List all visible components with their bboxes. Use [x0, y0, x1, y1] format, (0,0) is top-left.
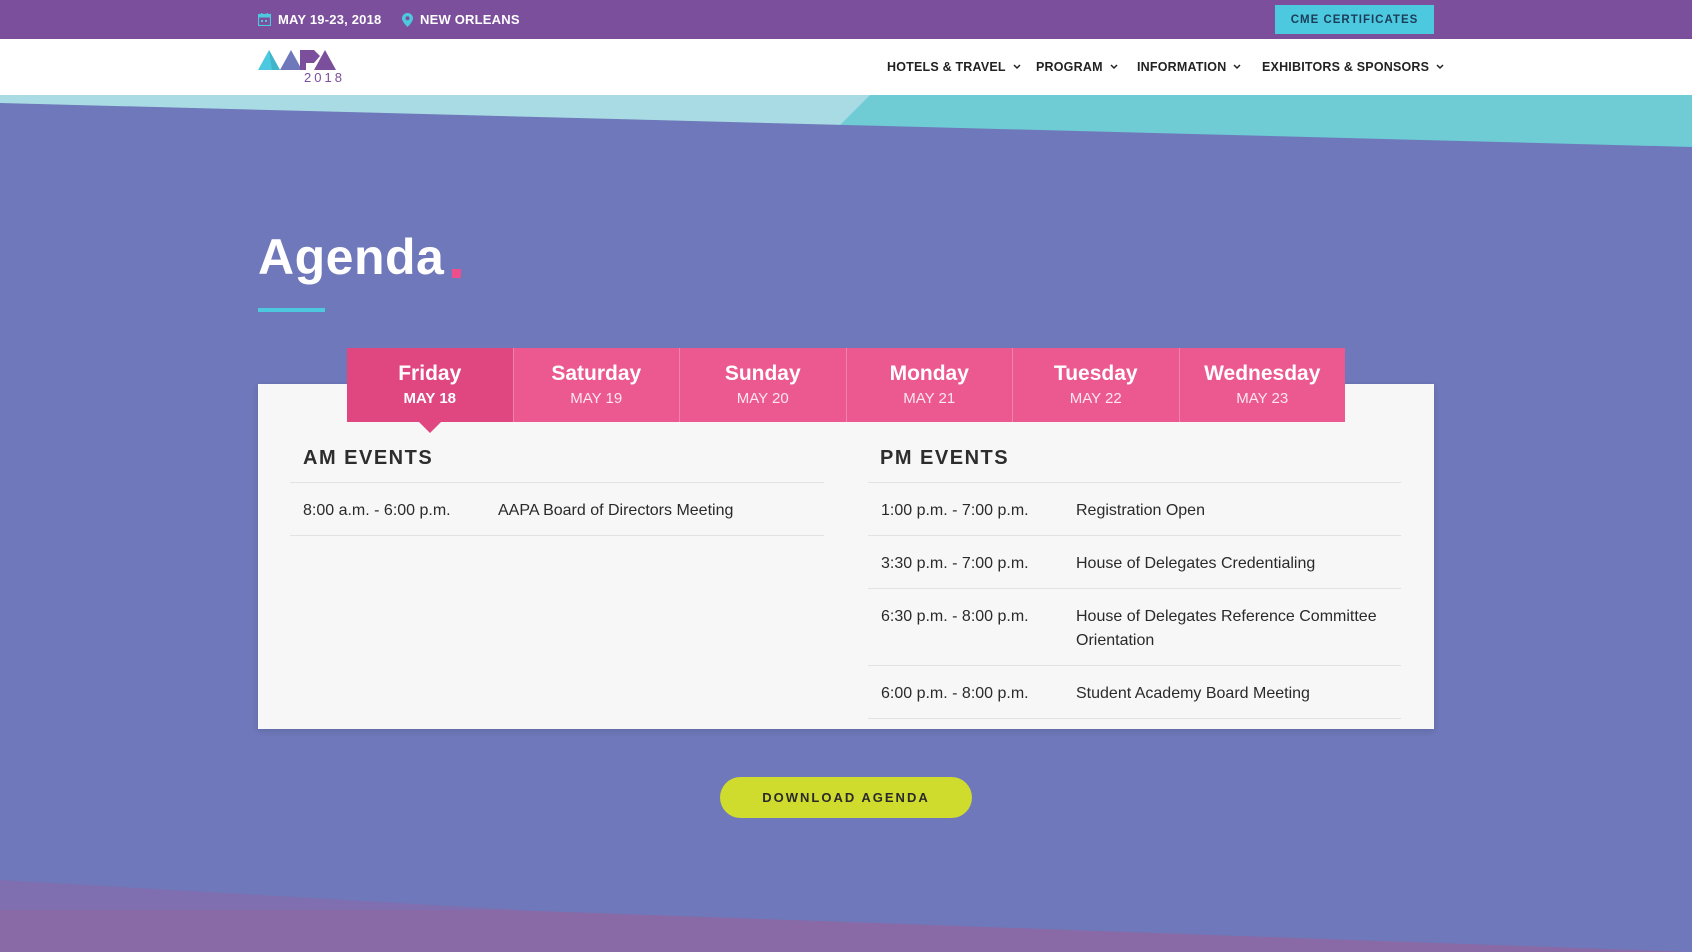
tab-day-label: Sunday — [724, 361, 801, 385]
day-tabs: Friday MAY 18 Saturday MAY 19 Sunday MAY… — [347, 348, 1345, 433]
tab-day-label: Wednesday — [1204, 361, 1321, 385]
event-row: 6:00 p.m. - 8:00 p.m. Student Academy Bo… — [868, 665, 1401, 719]
nav-hotels-travel[interactable]: HOTELS & TRAVEL — [887, 39, 1021, 95]
tab-date-label: MAY 19 — [570, 389, 623, 407]
pm-events-heading: PM EVENTS — [880, 447, 1010, 469]
tab-day-label: Monday — [889, 361, 969, 385]
tab-date-label: MAY 23 — [1236, 389, 1289, 407]
tab-monday[interactable]: Monday MAY 21 — [845, 348, 1012, 422]
nav-hotels-travel-label: HOTELS & TRAVEL — [887, 60, 1006, 74]
logo-year: 2018 — [304, 70, 345, 85]
tab-saturday[interactable]: Saturday MAY 19 — [512, 348, 679, 422]
am-events-heading: AM EVENTS — [303, 447, 434, 469]
tab-date-label: MAY 22 — [1069, 389, 1122, 407]
footer-decoration — [0, 880, 1692, 952]
page-title: Agenda — [258, 229, 445, 285]
tab-date-label: MAY 21 — [903, 389, 956, 407]
title-accent-dot — [452, 269, 461, 278]
header-decoration — [0, 95, 1692, 165]
event-time: 3:30 p.m. - 7:00 p.m. — [881, 555, 1029, 572]
event-row: 1:00 p.m. - 7:00 p.m. Registration Open — [868, 482, 1401, 535]
title-underline — [258, 308, 325, 312]
event-name: House of Delegates Reference Committee O… — [1076, 608, 1377, 649]
event-date-text: MAY 19-23, 2018 — [278, 12, 382, 27]
nav-information-label: INFORMATION — [1137, 60, 1227, 74]
tab-day-label: Tuesday — [1053, 361, 1138, 385]
location-pin-icon — [402, 12, 413, 27]
event-row: 6:30 p.m. - 8:00 p.m. House of Delegates… — [868, 588, 1401, 665]
event-row: 8:00 a.m. - 6:00 p.m. AAPA Board of Dire… — [290, 482, 824, 536]
tab-sunday[interactable]: Sunday MAY 20 — [679, 348, 846, 422]
event-row: 3:30 p.m. - 7:00 p.m. House of Delegates… — [868, 535, 1401, 588]
tab-date-label: MAY 20 — [736, 389, 789, 407]
tab-friday[interactable]: Friday MAY 18 — [347, 348, 513, 433]
nav-information[interactable]: INFORMATION — [1137, 39, 1241, 95]
chevron-down-icon — [1110, 64, 1118, 70]
calendar-icon — [258, 13, 271, 26]
tab-wednesday[interactable]: Wednesday MAY 23 — [1178, 348, 1345, 422]
pm-events-list: 1:00 p.m. - 7:00 p.m. Registration Open … — [868, 482, 1401, 719]
event-location-text: NEW ORLEANS — [420, 12, 520, 27]
nav-exhibitors-sponsors-label: EXHIBITORS & SPONSORS — [1262, 60, 1430, 74]
cme-certificates-button[interactable]: CME CERTIFICATES — [1275, 5, 1434, 34]
chevron-down-icon — [1013, 64, 1021, 70]
event-time: 8:00 a.m. - 6:00 p.m. — [303, 502, 451, 519]
am-events-list: 8:00 a.m. - 6:00 p.m. AAPA Board of Dire… — [290, 482, 824, 536]
event-name: Student Academy Board Meeting — [1076, 685, 1310, 702]
top-bar: MAY 19-23, 2018 NEW ORLEANS CME CERTIFIC… — [0, 0, 1692, 39]
event-name: House of Delegates Credentialing — [1076, 555, 1316, 572]
chevron-down-icon — [1233, 64, 1241, 70]
main-navbar: 2018 HOTELS & TRAVEL PROGRAM INFORMATION… — [0, 39, 1692, 95]
tab-date-label: MAY 18 — [403, 389, 457, 407]
nav-exhibitors-sponsors[interactable]: EXHIBITORS & SPONSORS — [1262, 39, 1444, 95]
download-agenda-button[interactable]: DOWNLOAD AGENDA — [720, 777, 972, 818]
event-time: 6:00 p.m. - 8:00 p.m. — [881, 685, 1029, 702]
event-name: AAPA Board of Directors Meeting — [498, 502, 734, 519]
nav-program-label: PROGRAM — [1036, 60, 1103, 74]
event-time: 1:00 p.m. - 7:00 p.m. — [881, 502, 1029, 519]
nav-program[interactable]: PROGRAM — [1036, 39, 1118, 95]
tab-day-label: Friday — [398, 361, 462, 385]
event-time: 6:30 p.m. - 8:00 p.m. — [881, 608, 1029, 625]
event-location: NEW ORLEANS — [402, 0, 520, 39]
event-date: MAY 19-23, 2018 — [258, 0, 381, 39]
event-name: Registration Open — [1076, 502, 1205, 519]
chevron-down-icon — [1436, 64, 1444, 70]
tab-tuesday[interactable]: Tuesday MAY 22 — [1012, 348, 1179, 422]
tab-day-label: Saturday — [551, 361, 642, 385]
